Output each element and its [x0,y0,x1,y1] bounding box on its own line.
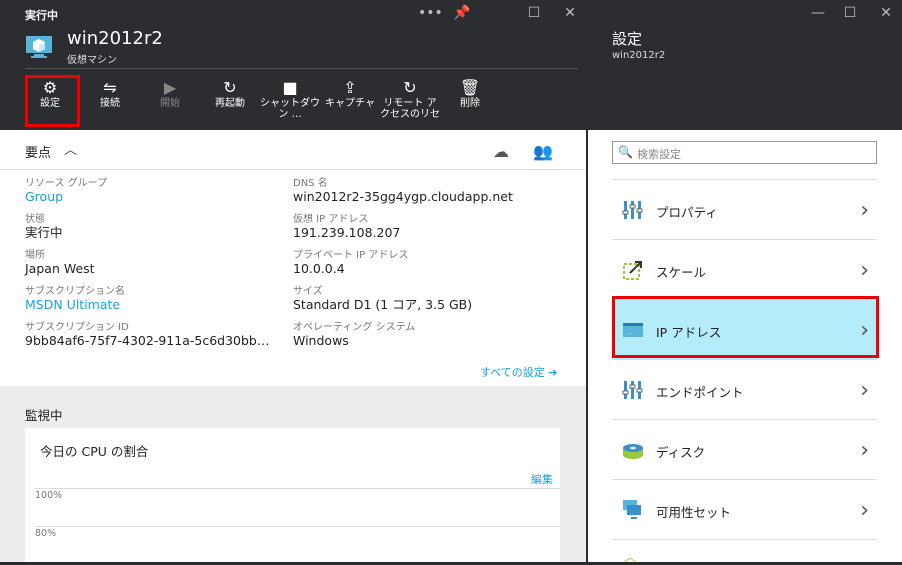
dns-name: DNS 名 win2012r2-35gg4ygp.cloudapp.net [293,178,513,204]
endpoint-icon [622,381,643,399]
vm-name: win2012r2 [67,28,163,49]
virtual-machine-icon [26,36,52,58]
gridline [35,526,560,527]
settings-search-input[interactable]: 🔍 検索設定 [612,141,877,164]
size: サイズ Standard D1 (1 コア, 3.5 GB) [293,286,473,312]
capture-icon: ⇪ [343,78,357,97]
edit-link[interactable]: 編集 [531,471,553,487]
ip-address-highlight [612,296,879,358]
connect-icon: ⇋ [103,78,117,97]
cloud-icon[interactable]: ☁ [493,142,509,161]
stop-icon: ■ [282,78,298,97]
close-icon[interactable]: ✕ [560,4,580,22]
chevron-up-icon: ︿ [624,550,637,564]
menu-item-endpoint[interactable]: エンドポイント › [612,359,877,419]
essentials-title: 要点 [25,146,52,161]
availability-set-icon [623,500,641,519]
close-icon[interactable]: ✕ [876,4,896,22]
trash-icon: 🗑 [459,78,481,97]
private-ip: プライベート IP アドレス 10.0.0.4 [293,250,409,276]
vm-type: 仮想マシン [67,55,117,66]
vm-blade-header: 実行中 ••• 📌 ☐ ✕ win2012r2 仮想マシン ⚙ 設定 ⇋ 接続 … [0,0,586,130]
essentials-header[interactable]: 要点 ︿ ☁ 👥 [0,130,586,170]
status-label: 実行中 [25,9,58,22]
reset-remote-access-button[interactable]: ↻ リモート ア クセスのリセ [380,78,440,120]
menu-item-next[interactable]: ︿ [612,539,877,564]
properties-icon [622,201,643,219]
pin-icon[interactable]: 📌 [452,4,472,22]
tick-label: 100% [35,490,63,501]
gridline [35,488,560,489]
settings-subtitle: win2012r2 [612,50,666,61]
minimize-icon[interactable]: — [808,4,828,22]
operating-system: オペレーティング システム Windows [293,322,416,348]
menu-item-properties[interactable]: プロパティ › [612,179,877,239]
chevron-up-icon[interactable]: ︿ [64,139,77,158]
chevron-right-icon: › [860,378,869,403]
shutdown-button[interactable]: ■ シャットダウ ン … [260,78,320,120]
cpu-chart-card[interactable]: 今日の CPU の割合 編集 100% 80% [25,428,560,562]
play-icon: ▶ [163,78,177,97]
tick-label: 80% [35,528,57,539]
menu-item-scale[interactable]: スケール › [612,239,877,299]
settings-blade-header: — ☐ ✕ 設定 win2012r2 [588,0,902,130]
chevron-right-icon: › [860,258,869,283]
settings-blade: — ☐ ✕ 設定 win2012r2 🔍 検索設定 プロパティ › スケール ›… [588,0,902,564]
disk-icon [623,444,643,459]
settings-highlight [25,75,80,127]
chevron-right-icon: › [860,438,869,463]
menu-item-availability-set[interactable]: 可用性セット › [612,479,877,539]
chevron-right-icon: › [860,198,869,223]
subscription-id: サブスクリプション ID 9bb84af6-75f7-4302-911a-5c6… [25,322,270,348]
delete-button[interactable]: 🗑 削除 [440,78,500,109]
state: 状態 実行中 [25,214,63,240]
resource-group: リソース グループ Group [25,178,108,204]
subscription-name: サブスクリプション名 MSDN Ultimate [25,286,125,312]
connect-button[interactable]: ⇋ 接続 [80,78,140,109]
all-settings-link[interactable]: すべての設定 ➔ [480,364,558,380]
subscription-link[interactable]: MSDN Ultimate [25,298,125,312]
search-placeholder: 検索設定 [637,148,681,161]
monitoring-title: 監視中 [25,408,63,423]
location: 場所 Japan West [25,250,95,276]
cpu-chart-title: 今日の CPU の割合 [40,444,149,459]
maximize-icon[interactable]: ☐ [524,4,544,22]
resource-group-link[interactable]: Group [25,190,107,204]
reset-icon: ↻ [403,78,417,97]
users-icon[interactable]: 👥 [533,142,553,161]
start-button[interactable]: ▶ 開始 [140,78,200,109]
maximize-icon[interactable]: ☐ [840,4,860,22]
divider [25,68,578,69]
restart-icon: ↻ [223,78,237,97]
more-icon[interactable]: ••• [418,4,443,22]
settings-title: 設定 [612,30,643,48]
chevron-right-icon: › [860,498,869,523]
restart-button[interactable]: ↻ 再起動 [200,78,260,109]
search-icon: 🔍 [618,145,633,159]
scale-icon [623,261,642,280]
virtual-ip: 仮想 IP アドレス 191.239.108.207 [293,214,401,240]
vm-blade: 実行中 ••• 📌 ☐ ✕ win2012r2 仮想マシン ⚙ 設定 ⇋ 接続 … [0,0,586,562]
monitoring-section: 監視中 今日の CPU の割合 編集 100% 80% [0,386,586,562]
menu-item-disk[interactable]: ディスク › [612,419,877,479]
capture-button[interactable]: ⇪ キャプチャ [320,78,380,109]
